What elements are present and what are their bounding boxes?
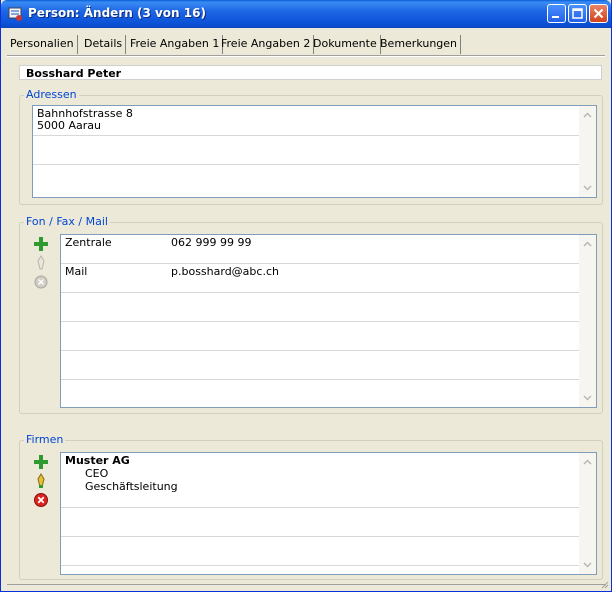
tab-dokumente[interactable]: Dokumente: [310, 35, 381, 54]
title-bar[interactable]: Person: Ändern (3 von 16): [1, 0, 611, 28]
company-name: Muster AG: [65, 454, 130, 467]
contact-list[interactable]: Zentrale 062 999 99 99 Mail p.bosshard@a…: [60, 234, 597, 408]
row-separator: [61, 565, 581, 566]
contact-type: Zentrale: [65, 236, 112, 249]
maximize-button[interactable]: [568, 4, 587, 23]
contact-type: Mail: [65, 265, 88, 278]
row-separator: [33, 164, 581, 165]
row-separator: [33, 135, 581, 136]
tab-divider-highlight: [7, 56, 605, 57]
bottom-divider: [7, 584, 605, 585]
group-title-kontakt: Fon / Fax / Mail: [24, 215, 110, 228]
scroll-down-icon[interactable]: [580, 557, 595, 572]
window-title: Person: Ändern (3 von 16): [28, 6, 206, 20]
group-firmen: Firmen Muster AG CEO Geschäftsleitung: [19, 434, 603, 580]
scroll-up-icon[interactable]: [580, 455, 595, 470]
company-list[interactable]: Muster AG CEO Geschäftsleitung: [60, 452, 597, 575]
delete-icon: [34, 275, 48, 289]
group-title-adressen: Adressen: [24, 88, 79, 101]
row-separator: [61, 507, 581, 508]
row-separator: [61, 379, 581, 380]
group-kontakt: Fon / Fax / Mail Zentrale 062 999 99 99 …: [19, 216, 603, 414]
add-company-button[interactable]: [32, 453, 50, 471]
minimize-icon: [552, 16, 559, 18]
row-separator: [61, 350, 581, 351]
company-scrollbar[interactable]: [579, 453, 596, 574]
contact-value: 062 999 99 99: [171, 236, 252, 249]
group-title-firmen: Firmen: [24, 433, 66, 446]
tab-details[interactable]: Details: [81, 35, 127, 54]
row-separator: [61, 292, 581, 293]
close-icon: [593, 8, 604, 19]
plus-icon: [34, 455, 48, 469]
delete-contact-button: [32, 273, 50, 291]
contact-scrollbar[interactable]: [579, 235, 596, 407]
address-scrollbar[interactable]: [579, 106, 596, 197]
tab-personalien[interactable]: Personalien: [7, 35, 78, 54]
company-role: CEO: [85, 467, 109, 480]
delete-company-button[interactable]: [32, 491, 50, 509]
contact-value: p.bosshard@abc.ch: [171, 265, 279, 278]
row-separator: [61, 263, 581, 264]
add-contact-button[interactable]: [32, 235, 50, 253]
scroll-up-icon[interactable]: [580, 108, 595, 123]
app-icon: [8, 6, 24, 22]
minimize-button[interactable]: [547, 4, 566, 23]
close-button[interactable]: [589, 4, 608, 23]
person-edit-window: Person: Ändern (3 von 16) Personalien De…: [0, 0, 612, 592]
pencil-icon: [37, 473, 45, 488]
plus-icon: [34, 237, 48, 251]
group-adressen: Adressen Bahnhofstrasse 8 5000 Aarau: [19, 89, 603, 205]
company-department: Geschäftsleitung: [85, 480, 178, 493]
address-line-2: 5000 Aarau: [37, 119, 101, 132]
row-separator: [61, 321, 581, 322]
tab-freie-angaben-2[interactable]: Freie Angaben 2: [218, 35, 315, 54]
scroll-down-icon[interactable]: [580, 180, 595, 195]
maximize-icon: [572, 8, 583, 19]
scroll-down-icon[interactable]: [580, 390, 595, 405]
person-name: Bosshard Peter: [19, 65, 602, 80]
delete-icon: [34, 493, 48, 507]
resize-grip-icon[interactable]: [599, 579, 609, 589]
pencil-icon: [37, 255, 45, 270]
scroll-up-icon[interactable]: [580, 237, 595, 252]
tab-freie-angaben-1[interactable]: Freie Angaben 1: [127, 35, 224, 54]
edit-company-button[interactable]: [32, 472, 50, 490]
address-list[interactable]: Bahnhofstrasse 8 5000 Aarau: [32, 105, 597, 198]
row-separator: [61, 536, 581, 537]
tab-bemerkungen[interactable]: Bemerkungen: [377, 35, 462, 54]
edit-contact-button: [32, 254, 50, 272]
